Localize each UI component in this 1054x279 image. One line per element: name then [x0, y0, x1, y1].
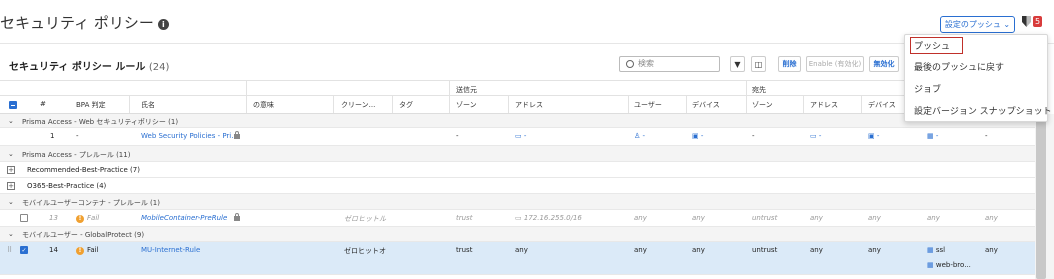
- rule-name-link[interactable]: MU-Internet-Rule: [141, 246, 200, 254]
- lock-icon: [234, 213, 240, 221]
- group-row-o365[interactable]: + O365-Best-Practice (4): [0, 178, 1035, 194]
- group-row-mobile-container[interactable]: ⌄ モバイルユーザーコンテナ - プレルール (1): [0, 194, 1035, 210]
- monitor-icon: ▭: [515, 132, 522, 140]
- col-num[interactable]: #: [40, 100, 46, 108]
- notification-badge[interactable]: 5: [1033, 16, 1043, 27]
- columns-icon[interactable]: ◫: [751, 56, 766, 72]
- col-user[interactable]: ユーザー: [634, 100, 662, 110]
- drag-handle-icon[interactable]: ⠿: [7, 246, 12, 254]
- col-name[interactable]: 氏名: [141, 100, 155, 110]
- enable-button[interactable]: Enable (有効化): [806, 56, 864, 72]
- rules-panel: セキュリティ ポリシー ルール (24) 検索 ▼ ◫ 削除 Enable (有…: [0, 50, 1054, 279]
- rule-name-link[interactable]: MobileContainer-PreRule: [141, 214, 227, 222]
- app-icon: ▦: [927, 132, 934, 140]
- expand-icon[interactable]: +: [7, 182, 15, 190]
- row-checkbox-checked[interactable]: ✓: [20, 246, 28, 254]
- group-row-web-security[interactable]: ⌄ Prisma Access - Web セキュリティポリシー (1): [0, 114, 1035, 128]
- push-config-button[interactable]: 設定のプッシュ ⌄: [940, 16, 1015, 33]
- table-row[interactable]: 1 - Web Security Policies - Pri... - ▭ -…: [0, 128, 1035, 146]
- col-src-zone[interactable]: ゾーン: [456, 100, 477, 110]
- col-tag[interactable]: タグ: [399, 100, 413, 110]
- page-title: セキュリティ ポリシー i: [0, 12, 169, 33]
- push-dropdown-menu: プッシュ 最後のプッシュに戻す ジョブ 設定バージョン スナップショット: [904, 34, 1052, 122]
- app-icon: ▦: [927, 261, 934, 269]
- info-icon[interactable]: i: [157, 19, 169, 30]
- chevron-down-icon[interactable]: ⌄: [8, 150, 14, 158]
- disable-button[interactable]: 無効化: [869, 56, 899, 72]
- scrollbar-thumb[interactable]: [1036, 120, 1046, 279]
- page-header: セキュリティ ポリシー i 設定のプッシュ ⌄ 5: [0, 0, 1054, 44]
- monitor-icon: ▭: [810, 132, 817, 140]
- delete-button[interactable]: 削除: [778, 56, 801, 72]
- chevron-down-icon[interactable]: ⌄: [8, 230, 14, 238]
- table-row[interactable]: 13 ! Fail MobileContainer-PreRule ゼロヒットル …: [0, 210, 1035, 227]
- rules-toolbar: セキュリティ ポリシー ルール (24) 検索 ▼ ◫ 削除 Enable (有…: [0, 50, 1054, 78]
- select-all-checkbox[interactable]: [9, 101, 17, 109]
- row-checkbox[interactable]: [20, 214, 28, 222]
- col-dst-address[interactable]: アドレス: [810, 100, 838, 110]
- menu-item-snapshot[interactable]: 設定バージョン スナップショット: [914, 104, 1052, 117]
- col-bpa[interactable]: BPA 判定: [76, 100, 106, 110]
- table-group-header: 送信元 宛先: [0, 80, 1035, 96]
- user-icon: ♙: [634, 132, 641, 140]
- col-meaning[interactable]: の意味: [253, 100, 274, 110]
- group-row-globalprotect[interactable]: ⌄ モバイルユーザー - GlobalProtect (9): [0, 227, 1035, 242]
- filter-icon[interactable]: ▼: [730, 56, 745, 72]
- device-icon: ▣: [868, 132, 875, 140]
- col-dst-device[interactable]: デバイス: [868, 100, 896, 110]
- col-clean[interactable]: クリーン...: [341, 100, 375, 110]
- shield-icon[interactable]: [1022, 16, 1031, 27]
- table-header: # BPA 判定 氏名 の意味 クリーン... タグ ゾーン アドレス ユーザー…: [0, 96, 1035, 114]
- chevron-down-icon[interactable]: ⌄: [8, 198, 14, 206]
- table-row-selected[interactable]: ⠿ ✓ 14 ! Fail MU-Internet-Rule ゼロヒットオ tru…: [0, 242, 1035, 275]
- group-row-prerule[interactable]: ⌄ Prisma Access - プレルール (11): [0, 146, 1035, 162]
- lock-icon: [234, 131, 240, 139]
- destination-group-header: 宛先: [752, 86, 766, 94]
- col-src-address[interactable]: アドレス: [515, 100, 543, 110]
- chevron-down-icon[interactable]: ⌄: [8, 117, 14, 125]
- app-icon: ▦: [927, 246, 934, 254]
- warning-icon: !: [76, 247, 84, 255]
- menu-item-jobs[interactable]: ジョブ: [914, 82, 941, 95]
- col-device[interactable]: デバイス: [692, 100, 720, 110]
- search-input[interactable]: 検索: [619, 56, 720, 72]
- expand-icon[interactable]: +: [7, 166, 15, 174]
- device-icon: ▣: [692, 132, 699, 140]
- section-title: セキュリティ ポリシー ルール (24): [9, 62, 170, 73]
- warning-icon: !: [76, 215, 84, 223]
- menu-item-revert[interactable]: 最後のプッシュに戻す: [914, 60, 1004, 73]
- group-row-best-practice[interactable]: + Recommended-Best-Practice (7): [0, 162, 1035, 178]
- source-group-header: 送信元: [456, 86, 477, 94]
- monitor-icon: ▭: [515, 214, 522, 222]
- col-dst-zone[interactable]: ゾーン: [752, 100, 773, 110]
- menu-item-push[interactable]: プッシュ: [914, 39, 950, 52]
- rule-name-link[interactable]: Web Security Policies - Pri...: [141, 132, 238, 140]
